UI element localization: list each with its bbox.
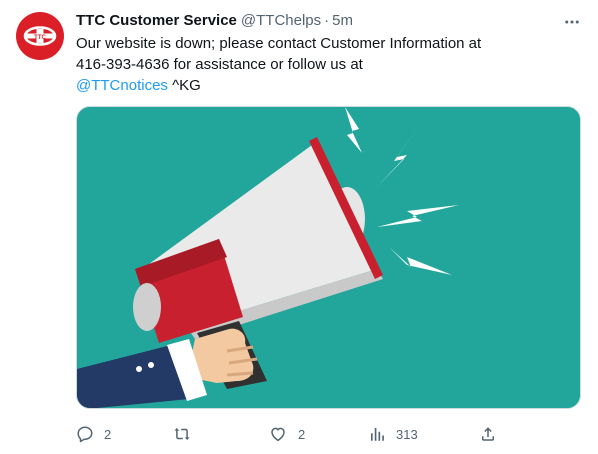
heart-icon — [271, 427, 285, 442]
avatar[interactable]: TTC — [16, 12, 64, 60]
tweet-card[interactable]: TTC TTC Customer Service @TTChelps · 5m … — [0, 0, 598, 454]
share-button[interactable] — [479, 420, 497, 448]
tweet-text-line-2: 416-393-4636 for assistance or follow us… — [76, 56, 363, 73]
author-display-name[interactable]: TTC Customer Service — [76, 11, 237, 31]
tweet-text-line-1: Our website is down; please contact Cust… — [76, 35, 482, 52]
like-count: 2 — [298, 426, 306, 442]
svg-text:TTC: TTC — [34, 35, 46, 41]
views-button[interactable]: 313 — [368, 420, 418, 448]
tweet-media-image[interactable] — [76, 106, 581, 409]
mention-link[interactable]: @TTCnotices — [76, 77, 168, 94]
share-icon — [482, 427, 494, 441]
author-handle[interactable]: @TTChelps — [241, 11, 321, 31]
tweet-text: Our website is down; please contact Cust… — [76, 33, 576, 96]
reply-icon — [77, 426, 93, 443]
separator-dot: · — [324, 12, 330, 29]
reply-button[interactable]: 2 — [76, 420, 111, 448]
tweet-actions-bar: 2 2 313 — [76, 420, 506, 448]
ttc-logo-icon: TTC — [23, 26, 57, 46]
tweet-header: TTC Customer Service @TTChelps · 5m — [76, 11, 353, 31]
retweet-button[interactable] — [172, 420, 202, 448]
reply-count: 2 — [104, 426, 112, 442]
more-options-button[interactable] — [558, 10, 586, 34]
analytics-icon — [371, 428, 384, 441]
tweet-text-suffix: ^KG — [167, 77, 201, 94]
more-horizontal-icon — [565, 20, 579, 24]
retweet-icon — [174, 428, 190, 440]
timestamp[interactable]: 5m — [332, 11, 353, 31]
tweet-text-line-3: @TTCnotices ^KG — [76, 75, 576, 96]
megaphone-illustration-icon — [77, 107, 580, 408]
views-count: 313 — [396, 426, 418, 442]
like-button[interactable]: 2 — [268, 420, 305, 448]
